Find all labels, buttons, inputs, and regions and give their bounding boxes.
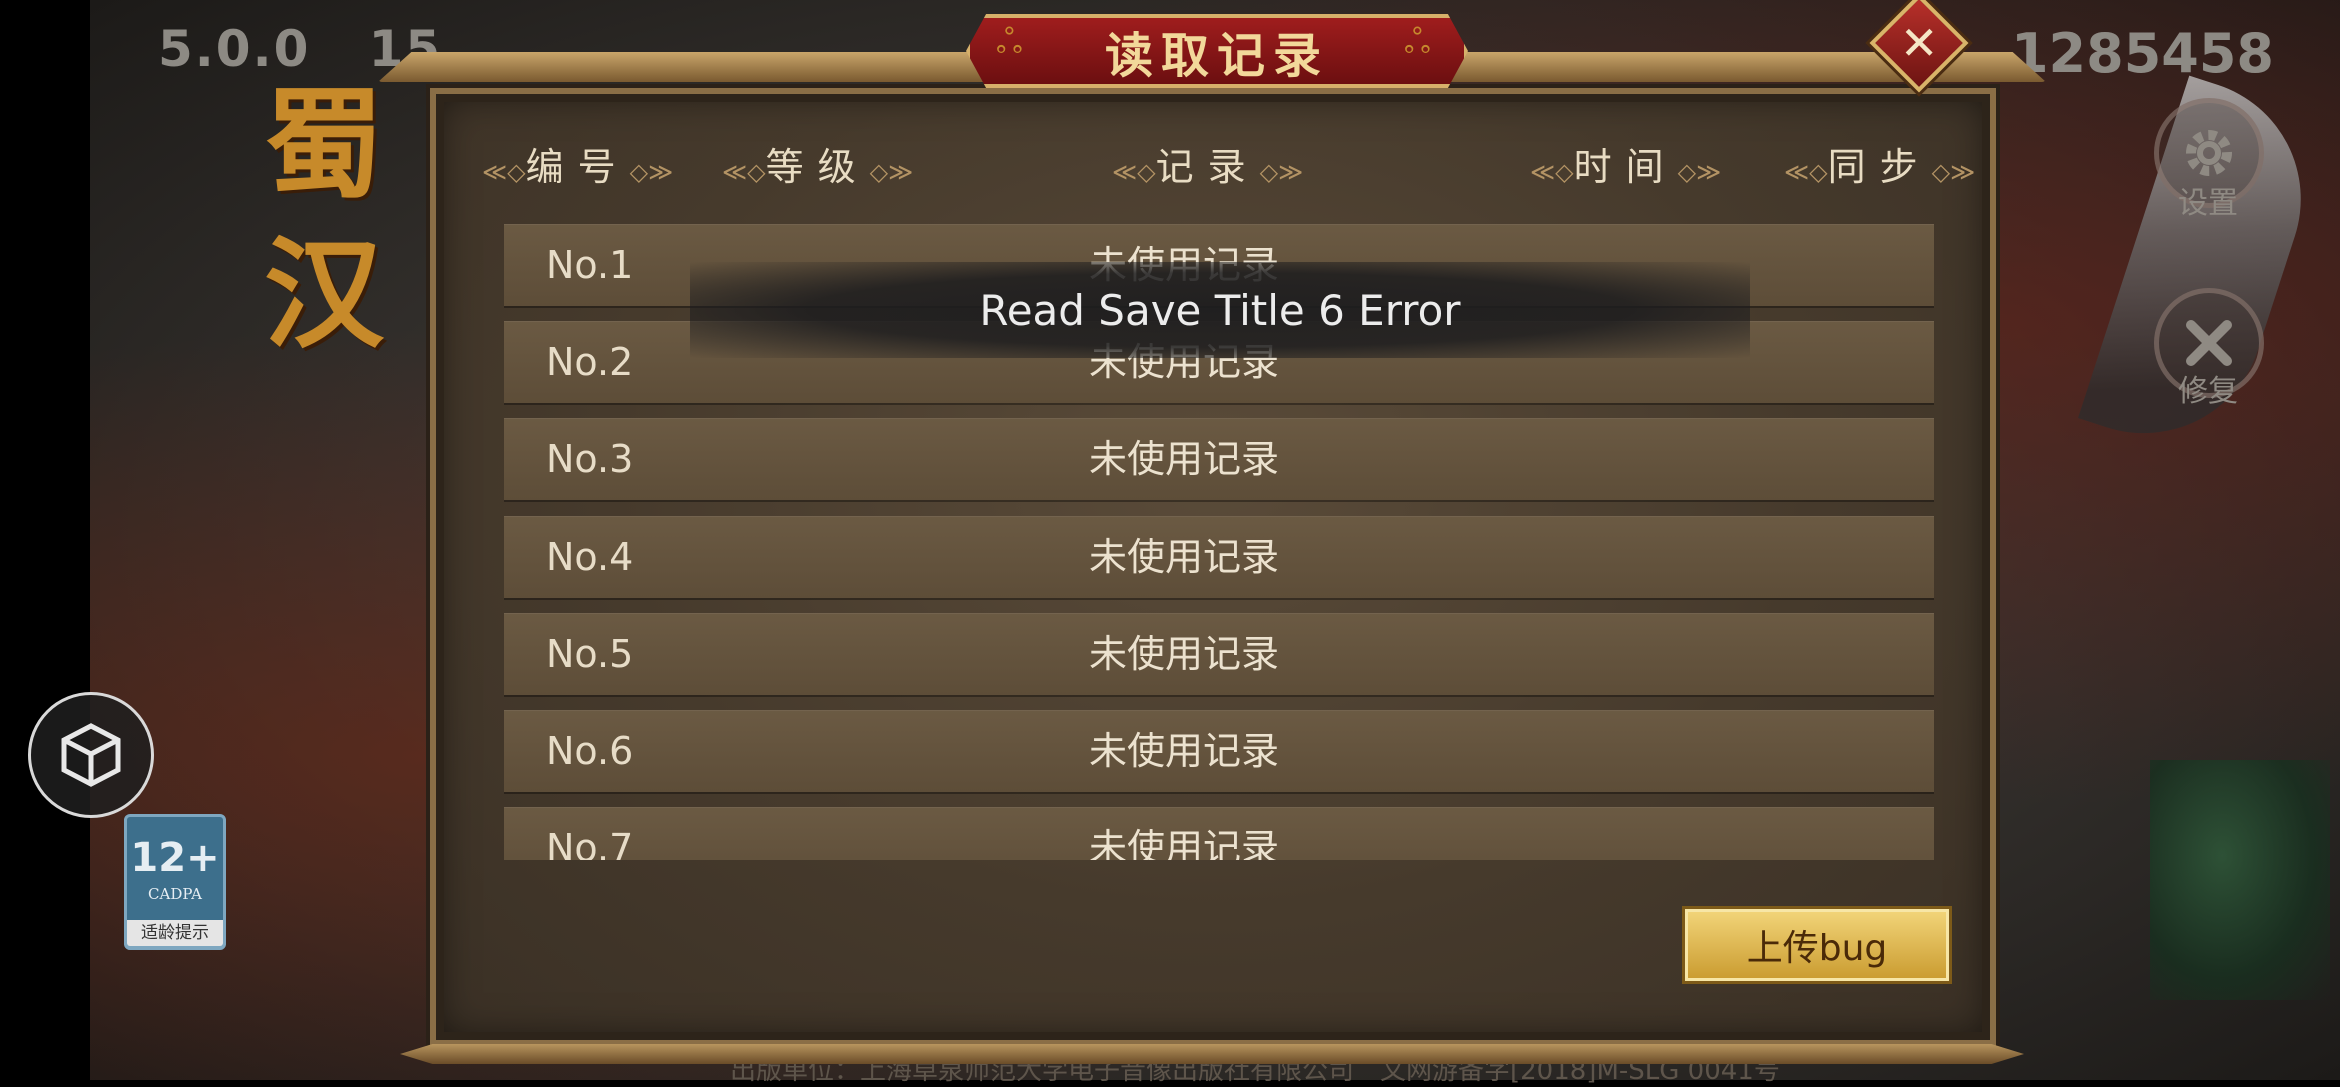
slot-record: 未使用记录 <box>1088 826 1279 860</box>
save-slot-row[interactable]: No.4 未使用记录 <box>504 516 1934 598</box>
upload-bug-button[interactable]: 上传bug <box>1682 906 1952 984</box>
age-hint-text: 适龄提示 <box>124 920 226 949</box>
save-slot-list[interactable]: No.1 未使用记录 No.2 未使用记录 No.3 未使用记录 No.4 未使… <box>0 0 2340 860</box>
slot-record: 未使用记录 <box>1088 632 1279 676</box>
save-slot-row[interactable]: No.3 未使用记录 <box>504 418 1934 500</box>
slot-number: No.4 <box>546 535 634 579</box>
save-slot-row[interactable]: No.7 未使用记录 <box>504 807 1934 860</box>
save-slot-row[interactable]: No.5 未使用记录 <box>504 613 1934 695</box>
slot-record: 未使用记录 <box>1088 535 1279 579</box>
upload-bug-label: 上传bug <box>1746 928 1888 969</box>
save-slot-row[interactable]: No.6 未使用记录 <box>504 710 1934 792</box>
age-org-text: CADPA <box>148 885 202 903</box>
slot-record: 未使用记录 <box>1088 437 1279 481</box>
toast-message: Read Save Title 6 Error <box>979 285 1461 335</box>
slot-record: 未使用记录 <box>1088 729 1279 773</box>
slot-number: No.2 <box>546 340 634 384</box>
slot-number: No.3 <box>546 437 634 481</box>
slot-number: No.6 <box>546 729 634 773</box>
slot-number: No.7 <box>546 826 634 860</box>
slot-number: No.5 <box>546 632 634 676</box>
dialog-bottom-rail <box>400 1044 2024 1064</box>
error-toast: Read Save Title 6 Error <box>690 262 1750 358</box>
slot-number: No.1 <box>546 243 634 287</box>
